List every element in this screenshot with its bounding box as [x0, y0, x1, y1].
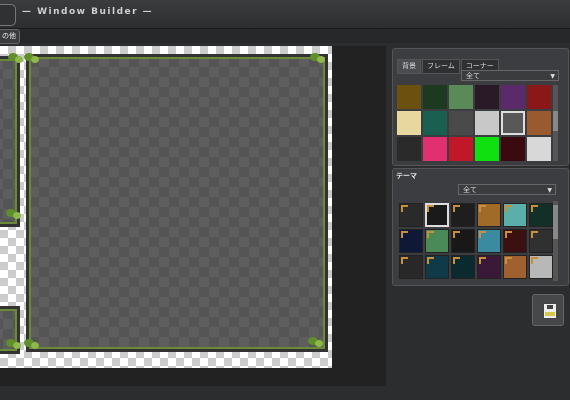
- background-scrollbar[interactable]: [553, 85, 558, 161]
- theme-thumbnail[interactable]: [503, 255, 527, 279]
- theme-thumbnail[interactable]: [425, 203, 449, 227]
- vine-corner-icon: [306, 334, 326, 350]
- theme-thumbnail[interactable]: [399, 229, 423, 253]
- main-window-preview[interactable]: [26, 54, 328, 352]
- background-swatch[interactable]: [501, 111, 525, 135]
- theme-thumbnail[interactable]: [451, 255, 475, 279]
- chevron-down-icon: ▼: [547, 187, 552, 194]
- background-swatch[interactable]: [397, 137, 421, 161]
- title-bar: — Window Builder —: [0, 0, 570, 29]
- theme-thumbnail[interactable]: [529, 229, 553, 253]
- theme-grid: [399, 203, 553, 279]
- vine-corner-icon: [308, 50, 328, 66]
- other-button[interactable]: の他: [0, 29, 20, 44]
- theme-thumbnail[interactable]: [425, 255, 449, 279]
- vine-corner-icon: [6, 50, 26, 66]
- theme-thumbnail[interactable]: [503, 203, 527, 227]
- theme-thumbnail[interactable]: [477, 255, 501, 279]
- theme-thumbnail[interactable]: [425, 229, 449, 253]
- background-swatch[interactable]: [475, 111, 499, 135]
- theme-thumbnail[interactable]: [477, 229, 501, 253]
- background-swatch[interactable]: [397, 85, 421, 109]
- preview-canvas[interactable]: [0, 46, 386, 386]
- background-swatch[interactable]: [449, 137, 473, 161]
- chevron-down-icon: ▼: [550, 73, 555, 80]
- background-swatch[interactable]: [423, 137, 447, 161]
- sidebar: 背景 フレーム コーナー 全て ▼ テーマ 全て ▼: [390, 46, 570, 386]
- app-title: — Window Builder —: [22, 7, 154, 17]
- background-swatch[interactable]: [475, 137, 499, 161]
- background-swatch[interactable]: [527, 137, 551, 161]
- tab-background[interactable]: 背景: [397, 59, 421, 74]
- background-filter-select[interactable]: 全て ▼: [461, 70, 559, 81]
- theme-thumbnail[interactable]: [477, 203, 501, 227]
- background-tabs: 背景 フレーム コーナー: [397, 53, 500, 74]
- background-swatch-grid: [397, 85, 551, 161]
- background-swatch[interactable]: [527, 111, 551, 135]
- theme-thumbnail[interactable]: [399, 255, 423, 279]
- background-swatch[interactable]: [501, 137, 525, 161]
- background-swatch[interactable]: [423, 111, 447, 135]
- background-swatch[interactable]: [449, 85, 473, 109]
- vine-corner-icon: [22, 336, 42, 352]
- theme-thumbnail[interactable]: [451, 229, 475, 253]
- vine-corner-icon: [4, 336, 24, 352]
- floppy-disk-icon: [543, 303, 557, 319]
- background-swatch[interactable]: [475, 85, 499, 109]
- theme-filter-select[interactable]: 全て ▼: [458, 184, 556, 195]
- theme-panel-title: テーマ: [396, 172, 417, 180]
- theme-thumbnail[interactable]: [451, 203, 475, 227]
- theme-panel: テーマ 全て ▼: [392, 168, 569, 286]
- theme-scrollbar[interactable]: [553, 201, 558, 281]
- background-swatch[interactable]: [397, 111, 421, 135]
- background-swatch[interactable]: [423, 85, 447, 109]
- theme-thumbnail[interactable]: [399, 203, 423, 227]
- background-swatch[interactable]: [527, 85, 551, 109]
- theme-thumbnail[interactable]: [503, 229, 527, 253]
- toolbar: の他: [0, 29, 570, 44]
- theme-thumbnail[interactable]: [529, 203, 553, 227]
- theme-thumbnail[interactable]: [529, 255, 553, 279]
- left-window-preview-top: [0, 56, 20, 227]
- background-panel: 背景 フレーム コーナー 全て ▼: [392, 48, 569, 166]
- save-button[interactable]: [532, 294, 564, 326]
- menu-tab[interactable]: [0, 4, 16, 26]
- vine-corner-icon: [4, 206, 24, 222]
- tab-frame[interactable]: フレーム: [422, 59, 460, 74]
- background-swatch[interactable]: [501, 85, 525, 109]
- background-swatch[interactable]: [449, 111, 473, 135]
